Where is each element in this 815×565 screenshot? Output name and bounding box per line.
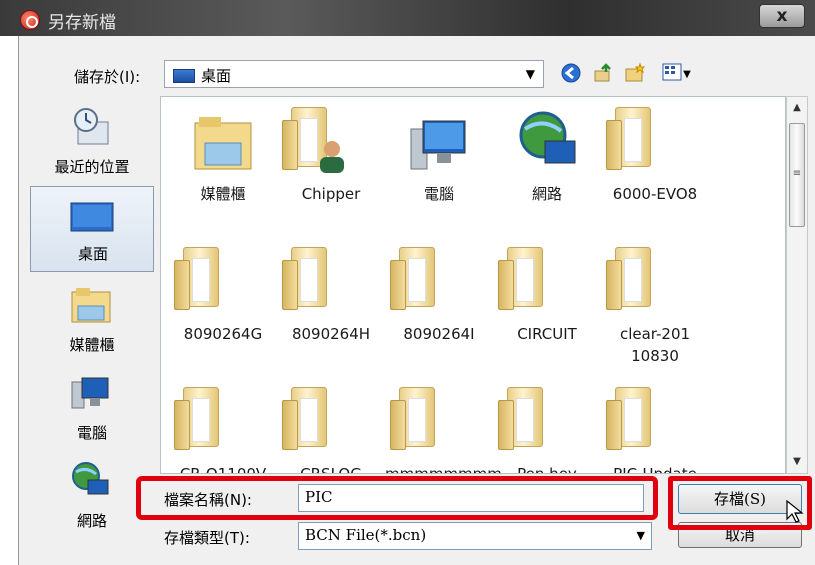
file-label: CRSLOG (300, 465, 362, 474)
back-arrow-icon (561, 63, 581, 83)
file-item-folder[interactable]: CIRCUIT (493, 239, 601, 377)
folder-icon (390, 247, 435, 310)
filetype-value: BCN File(*.bcn) (305, 526, 427, 544)
vertical-scrollbar[interactable]: ▲ ≡ ▼ (786, 96, 808, 474)
libraries-icon (194, 117, 252, 170)
app-icon (20, 10, 40, 30)
file-list: 媒體櫃 Chipper 電腦 網路 6000-EVO8 8090264G 809… (160, 96, 786, 474)
computer-icon (71, 377, 109, 409)
file-item-folder[interactable]: Pen hey (493, 379, 601, 474)
file-item-computer[interactable]: 電腦 (385, 99, 493, 237)
file-label: 8090264H (291, 325, 371, 343)
file-label: Pen hey (517, 465, 577, 474)
desktop-icon (173, 69, 195, 83)
folder-icon (282, 247, 327, 310)
file-item-folder[interactable]: clear-20110830 (601, 239, 709, 377)
folder-icon (606, 387, 651, 450)
mouse-cursor-icon (786, 500, 804, 523)
place-libraries[interactable]: 媒體櫃 (30, 278, 154, 364)
up-folder-icon (594, 63, 611, 82)
folder-icon (498, 247, 543, 310)
file-item-libraries[interactable]: 媒體櫃 (169, 99, 277, 237)
file-label: mmmmmmmm (385, 465, 502, 474)
network-icon (72, 462, 109, 495)
recent-places-icon (74, 108, 109, 145)
filetype-label: 存檔類型(T): (164, 529, 250, 547)
place-label: 電腦 (76, 424, 107, 442)
close-button[interactable]: x (759, 4, 805, 28)
filename-highlight (136, 476, 658, 520)
filetype-select[interactable]: BCN File(*.bcn) ▼ (298, 522, 652, 550)
new-folder-button[interactable] (622, 62, 648, 88)
new-folder-icon (625, 62, 646, 82)
place-label: 媒體櫃 (69, 336, 115, 354)
place-label: 桌面 (77, 245, 108, 263)
window-title: 另存新檔 (48, 13, 116, 33)
file-item-folder[interactable]: 6000-EVO8 (601, 99, 709, 237)
file-label: 電腦 (423, 185, 454, 203)
up-folder-button[interactable] (590, 62, 616, 88)
file-item-chipper[interactable]: Chipper (277, 99, 385, 237)
file-item-folder[interactable]: 8090264G (169, 239, 277, 377)
file-item-folder[interactable]: CRSLOG (277, 379, 385, 474)
save-in-value: 桌面 (201, 67, 232, 85)
file-item-folder[interactable]: mmmmmmmm (385, 379, 502, 474)
folder-icon (174, 387, 219, 450)
network-icon (519, 111, 576, 164)
file-label: 網路 (531, 185, 562, 203)
view-grid-icon (662, 63, 682, 81)
file-item-folder[interactable]: CR-O1100V (169, 379, 277, 474)
chevron-down-icon: ▼ (636, 529, 645, 542)
file-label: 媒體櫃 (200, 185, 246, 203)
scroll-thumb[interactable]: ≡ (789, 123, 805, 227)
save-in-dropdown[interactable]: 桌面 ▼ (164, 60, 544, 88)
scroll-down-arrow-icon[interactable]: ▼ (787, 451, 807, 473)
folder-icon (282, 387, 327, 450)
computer-icon (410, 120, 466, 170)
place-recent[interactable]: 最近的位置 (30, 100, 154, 186)
folder-icon (606, 247, 651, 310)
folder-icon (390, 387, 435, 450)
folder-icon (174, 247, 219, 310)
desktop-icon (70, 202, 114, 232)
libraries-icon (71, 288, 111, 323)
file-label: 6000-EVO8 (612, 185, 698, 203)
place-computer[interactable]: 電腦 (30, 366, 154, 452)
folder-icon (498, 387, 543, 450)
file-item-network[interactable]: 網路 (493, 99, 601, 237)
chevron-down-icon: ▼ (683, 69, 691, 80)
chevron-down-icon: ▼ (525, 67, 535, 81)
file-item-folder[interactable]: 8090264I (385, 239, 493, 377)
back-button[interactable] (558, 62, 584, 88)
save-in-label: 儲存於(I): (74, 68, 141, 86)
file-label: 8090264I (403, 325, 475, 343)
file-label: clear-20110830 (619, 325, 691, 365)
places-bar: 最近的位置 桌面 媒體櫃 電腦 網路 (30, 98, 154, 538)
title-bar: 另存新檔 x (0, 0, 815, 36)
file-label: PIC-Update (613, 465, 697, 474)
file-label: Chipper (301, 185, 361, 203)
file-label: CIRCUIT (517, 325, 577, 343)
file-item-folder[interactable]: 8090264H (277, 239, 385, 377)
file-label: 8090264G (183, 325, 263, 343)
place-desktop[interactable]: 桌面 (30, 186, 154, 272)
user-icon (320, 141, 344, 173)
file-label: CR-O1100V (179, 465, 267, 474)
place-label: 最近的位置 (54, 158, 130, 176)
folder-icon (606, 107, 651, 170)
scroll-up-arrow-icon[interactable]: ▲ (787, 97, 807, 119)
view-menu-button[interactable]: ▼ (656, 62, 696, 88)
file-item-folder[interactable]: PIC-Update (601, 379, 709, 474)
